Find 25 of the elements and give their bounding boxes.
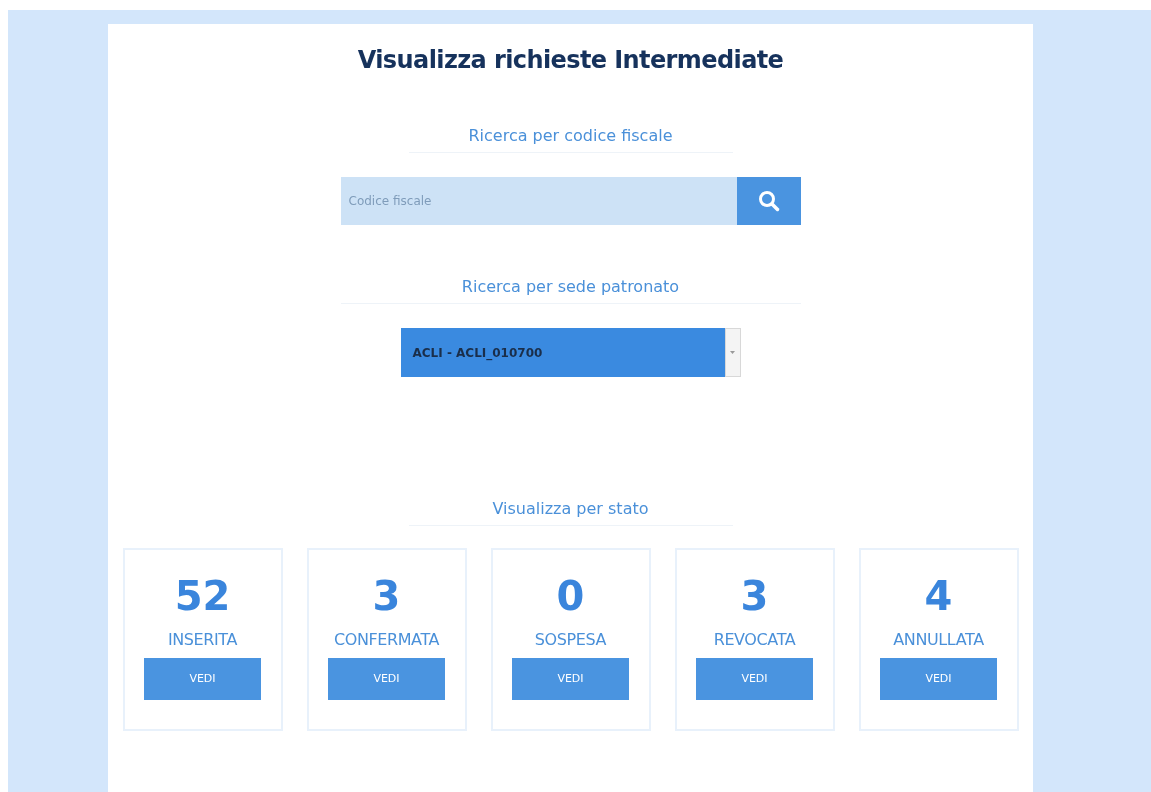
section-heading: Visualizza per stato [492,498,649,520]
office-dropdown[interactable]: ACLI - ACLI_010700 [400,328,741,377]
status-count: 3 [740,572,769,620]
status-count: 3 [372,572,401,620]
view-button[interactable]: VEDI [880,658,997,700]
status-label: CONFERMATA [333,629,440,651]
status-count: 4 [924,572,953,620]
status-label: REVOCATA [713,629,796,651]
page-title: Visualizza richieste Intermediate [357,45,784,76]
section-heading: Ricerca per sede patronato [461,276,680,298]
view-button[interactable]: VEDI [696,658,813,700]
view-button[interactable]: VEDI [512,658,629,700]
search-icon [757,190,780,212]
status-label: SOSPESA [534,629,607,651]
status-label: ANNULLATA [893,629,984,651]
section-heading: Ricerca per codice fiscale [468,125,673,147]
caret-icon [730,351,735,354]
view-button[interactable]: VEDI [328,658,445,700]
status-count: 52 [174,572,231,620]
search-button[interactable] [736,177,801,225]
status-count: 0 [556,572,585,620]
view-button[interactable]: VEDI [144,658,261,700]
status-label: INSERITA [167,629,238,651]
dropdown-value: ACLI - ACLI_010700 [411,344,544,363]
tax-code-field[interactable]: Codice fiscale [340,177,737,225]
